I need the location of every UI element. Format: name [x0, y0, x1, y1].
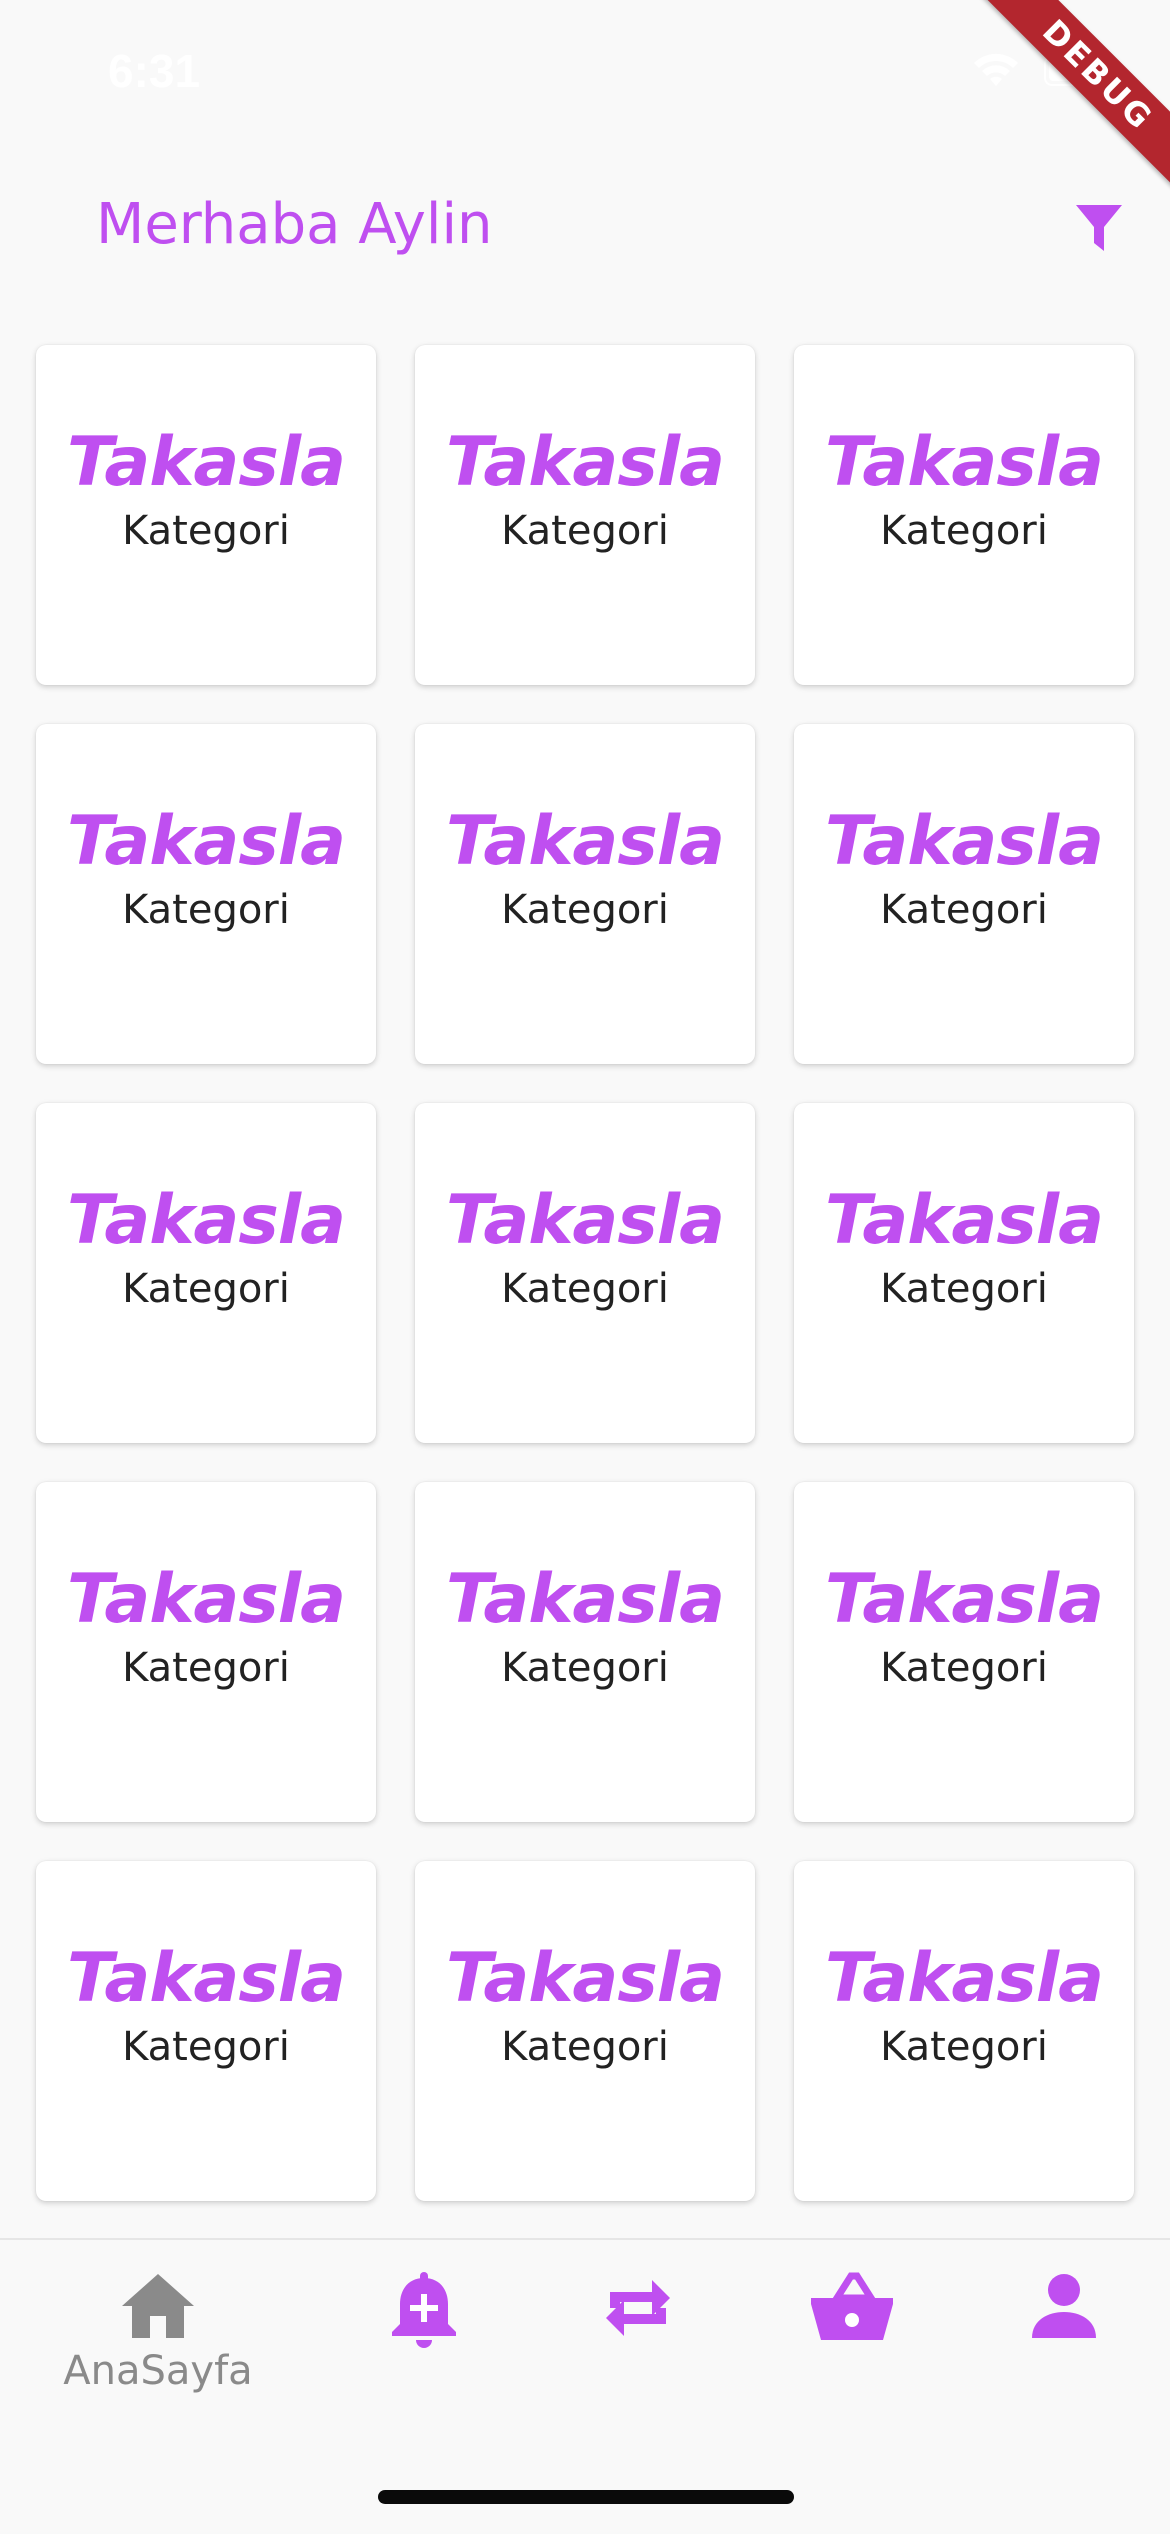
basket-icon: [811, 2272, 893, 2340]
swap-icon: [606, 2280, 670, 2336]
takasla-logo: Takasla: [67, 423, 346, 502]
nav-profile[interactable]: [1004, 2270, 1124, 2342]
category-card[interactable]: Takasla Kategori: [415, 724, 755, 1064]
takasla-logo: Takasla: [446, 1939, 725, 2018]
category-card[interactable]: Takasla Kategori: [794, 1482, 1134, 1822]
nav-home-label: AnaSayfa: [63, 2348, 253, 2394]
category-card[interactable]: Takasla Kategori: [36, 1482, 376, 1822]
category-label: Kategori: [880, 887, 1048, 933]
nav-swap[interactable]: [578, 2270, 698, 2346]
category-label: Kategori: [501, 1645, 669, 1691]
greeting-title: Merhaba Aylin: [96, 192, 493, 257]
category-label: Kategori: [880, 1266, 1048, 1312]
battery-icon: [1044, 56, 1109, 86]
category-label: Kategori: [122, 2024, 290, 2070]
wifi-icon: [974, 53, 1018, 86]
category-card[interactable]: Takasla Kategori: [794, 724, 1134, 1064]
category-label: Kategori: [501, 508, 669, 554]
category-card[interactable]: Takasla Kategori: [36, 1103, 376, 1443]
takasla-logo: Takasla: [67, 802, 346, 881]
category-label: Kategori: [501, 2024, 669, 2070]
category-label: Kategori: [880, 1645, 1048, 1691]
takasla-logo: Takasla: [446, 1560, 725, 1639]
category-card[interactable]: Takasla Kategori: [794, 1103, 1134, 1443]
category-label: Kategori: [122, 508, 290, 554]
category-card[interactable]: Takasla Kategori: [794, 1861, 1134, 2201]
category-label: Kategori: [880, 2024, 1048, 2070]
home-icon: [122, 2274, 194, 2338]
status-bar: 6:31: [0, 0, 1170, 140]
takasla-logo: Takasla: [825, 802, 1104, 881]
category-card[interactable]: Takasla Kategori: [36, 345, 376, 685]
person-icon: [1032, 2274, 1096, 2338]
category-label: Kategori: [122, 1645, 290, 1691]
filter-icon: [1076, 205, 1122, 251]
category-grid: Takasla Kategori Takasla Kategori Takasla Kat…: [36, 345, 1134, 2201]
takasla-logo: Takasla: [825, 1939, 1104, 2018]
category-card[interactable]: Takasla Kategori: [415, 1103, 755, 1443]
takasla-logo: Takasla: [825, 1560, 1104, 1639]
takasla-logo: Takasla: [446, 423, 725, 502]
takasla-logo: Takasla: [67, 1939, 346, 2018]
takasla-logo: Takasla: [67, 1560, 346, 1639]
category-label: Kategori: [122, 887, 290, 933]
category-label: Kategori: [880, 508, 1048, 554]
category-card[interactable]: Takasla Kategori: [415, 345, 755, 685]
status-time: 6:31: [108, 45, 201, 97]
category-card[interactable]: Takasla Kategori: [415, 1861, 755, 2201]
filter-button[interactable]: [1066, 196, 1132, 262]
home-indicator: [378, 2490, 794, 2504]
bell-plus-icon: [392, 2272, 456, 2348]
header: Merhaba Aylin: [0, 180, 1170, 270]
takasla-logo: Takasla: [825, 1181, 1104, 1260]
takasla-logo: Takasla: [67, 1181, 346, 1260]
takasla-logo: Takasla: [825, 423, 1104, 502]
nav-notifications[interactable]: [364, 2270, 484, 2350]
category-card[interactable]: Takasla Kategori: [36, 724, 376, 1064]
category-card[interactable]: Takasla Kategori: [794, 345, 1134, 685]
category-card[interactable]: Takasla Kategori: [415, 1482, 755, 1822]
nav-home[interactable]: AnaSayfa: [40, 2270, 276, 2394]
category-label: Kategori: [501, 887, 669, 933]
takasla-logo: Takasla: [446, 1181, 725, 1260]
category-label: Kategori: [122, 1266, 290, 1312]
nav-basket[interactable]: [792, 2270, 912, 2346]
category-label: Kategori: [501, 1266, 669, 1312]
category-card[interactable]: Takasla Kategori: [36, 1861, 376, 2201]
takasla-logo: Takasla: [446, 802, 725, 881]
